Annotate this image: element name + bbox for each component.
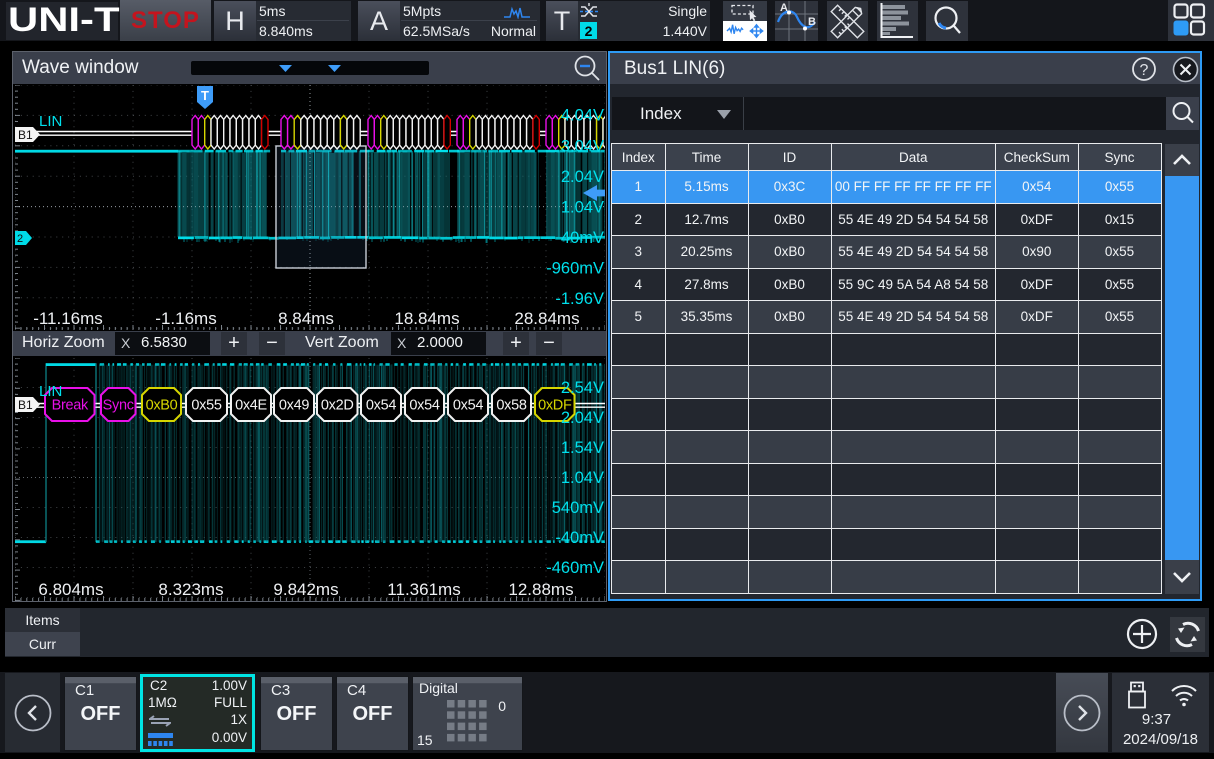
svg-text:0x49: 0x49 bbox=[279, 398, 309, 414]
svg-text:-1.96V: -1.96V bbox=[555, 290, 604, 308]
svg-text:28.84ms: 28.84ms bbox=[514, 309, 579, 328]
svg-text:4.04V: 4.04V bbox=[561, 107, 604, 125]
svg-text:Sync: Sync bbox=[103, 398, 134, 414]
svg-text:0x55: 0x55 bbox=[191, 398, 221, 414]
svg-text:B1: B1 bbox=[18, 128, 33, 142]
svg-text:-11.16ms: -11.16ms bbox=[33, 309, 103, 328]
svg-text:?: ? bbox=[1140, 62, 1149, 79]
svg-text:A: A bbox=[780, 2, 788, 14]
svg-text:0x54: 0x54 bbox=[453, 398, 483, 414]
svg-text:0xB0: 0xB0 bbox=[146, 398, 178, 414]
svg-text:40mV: 40mV bbox=[561, 229, 604, 247]
svg-text:-1.16ms: -1.16ms bbox=[155, 309, 216, 328]
svg-text:1.04V: 1.04V bbox=[561, 469, 604, 487]
svg-text:0x2D: 0x2D bbox=[321, 398, 354, 414]
svg-text:11.361ms: 11.361ms bbox=[387, 580, 460, 599]
svg-text:B: B bbox=[808, 16, 816, 28]
svg-text:6.804ms: 6.804ms bbox=[38, 580, 103, 599]
svg-text:-40mV: -40mV bbox=[555, 529, 604, 547]
svg-text:0x54: 0x54 bbox=[409, 398, 439, 414]
svg-text:8.323ms: 8.323ms bbox=[158, 580, 223, 599]
svg-text:LIN: LIN bbox=[39, 113, 62, 130]
svg-text:0x54: 0x54 bbox=[366, 398, 396, 414]
svg-text:540mV: 540mV bbox=[552, 499, 604, 517]
svg-text:B1: B1 bbox=[18, 398, 33, 412]
svg-text:9.842ms: 9.842ms bbox=[273, 580, 338, 599]
svg-text:-960mV: -960mV bbox=[546, 260, 604, 278]
svg-text:18.84ms: 18.84ms bbox=[394, 309, 459, 328]
svg-text:0x4E: 0x4E bbox=[235, 398, 267, 414]
svg-text:T: T bbox=[201, 88, 209, 103]
svg-text:1.54V: 1.54V bbox=[561, 439, 604, 457]
svg-text:12.88ms: 12.88ms bbox=[508, 580, 573, 599]
svg-text:2.54V: 2.54V bbox=[561, 379, 604, 397]
svg-text:2.04V: 2.04V bbox=[561, 409, 604, 427]
svg-text:0x58: 0x58 bbox=[496, 398, 526, 414]
svg-text:8.84ms: 8.84ms bbox=[278, 309, 334, 328]
svg-text:2.04V: 2.04V bbox=[561, 168, 604, 186]
svg-text:1.04V: 1.04V bbox=[561, 199, 604, 217]
svg-text:LIN: LIN bbox=[39, 383, 62, 400]
svg-text:-460mV: -460mV bbox=[546, 559, 604, 577]
svg-text:3.04V: 3.04V bbox=[561, 138, 604, 156]
svg-text:2: 2 bbox=[17, 233, 23, 245]
